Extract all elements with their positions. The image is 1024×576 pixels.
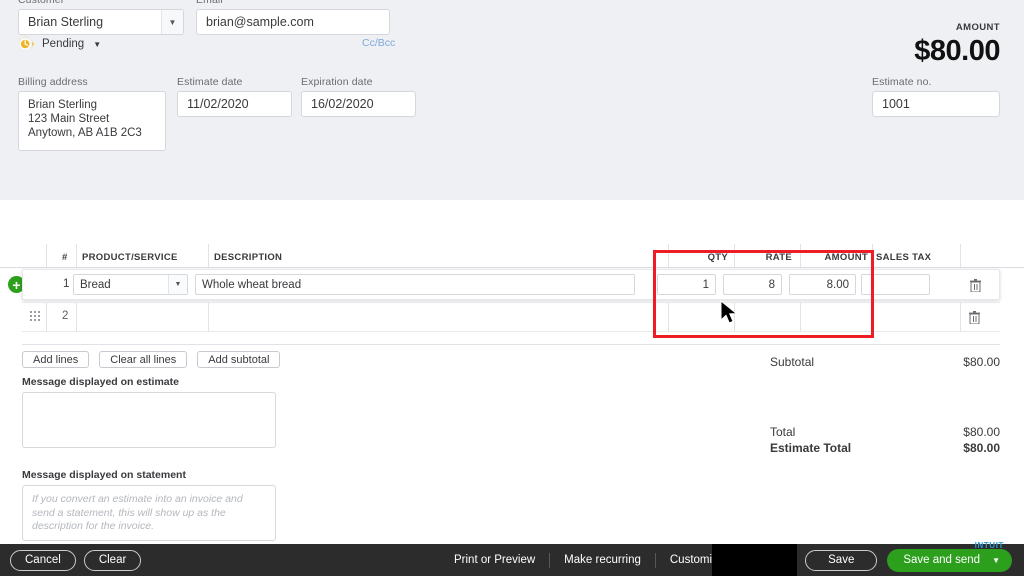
print-or-preview-button[interactable]: Print or Preview bbox=[440, 554, 549, 566]
totals-spacer bbox=[770, 371, 1000, 425]
make-recurring-button[interactable]: Make recurring bbox=[550, 554, 655, 566]
header-qty: QTY bbox=[707, 252, 728, 263]
delete-row-icon[interactable] bbox=[969, 311, 980, 325]
estimate-no-field: Estimate no. 1001 bbox=[872, 76, 1000, 117]
estimate-date-input[interactable]: 11/02/2020 bbox=[177, 91, 292, 117]
estimate-total-label: Estimate Total bbox=[770, 441, 852, 455]
message-on-statement-input[interactable]: If you convert an estimate into an invoi… bbox=[22, 485, 276, 541]
header-row-number: # bbox=[62, 252, 68, 263]
bottom-toolbar: Cancel Clear Print or Preview Make recur… bbox=[0, 541, 1024, 576]
customer-value: Brian Sterling bbox=[28, 15, 104, 29]
billing-address-label: Billing address bbox=[18, 76, 88, 88]
toolbar-left-group: Cancel Clear bbox=[10, 549, 142, 571]
row-number: 2 bbox=[62, 310, 69, 322]
customer-field: Customer Brian Sterling ▼ bbox=[18, 0, 184, 35]
row-number: 1 bbox=[63, 278, 70, 290]
subtotal-label: Subtotal bbox=[770, 355, 815, 369]
table-row[interactable]: 2 bbox=[0, 302, 1024, 332]
billing-address-field: Billing address Brian Sterling 123 Main … bbox=[18, 76, 166, 151]
product-service-value: Bread bbox=[80, 278, 111, 291]
message-on-statement-field: Message displayed on statement If you co… bbox=[22, 469, 276, 541]
estimate-date-field: Estimate date 11/02/2020 bbox=[177, 76, 292, 117]
total-row: Total $80.00 bbox=[770, 425, 1000, 439]
expiration-date-value: 16/02/2020 bbox=[311, 97, 374, 111]
clear-button[interactable]: Clear bbox=[83, 549, 142, 571]
estimate-total-value: $80.00 bbox=[963, 441, 1000, 455]
clock-icon bbox=[17, 35, 35, 53]
chevron-down-icon[interactable]: ▼ bbox=[992, 556, 1000, 565]
estimate-no-label: Estimate no. bbox=[872, 76, 932, 88]
cancel-button[interactable]: Cancel bbox=[10, 549, 76, 571]
customer-label: Customer bbox=[18, 0, 65, 6]
message-on-estimate-label: Message displayed on estimate bbox=[22, 376, 179, 388]
total-label: Total bbox=[770, 425, 796, 439]
qty-input[interactable]: 1 bbox=[657, 274, 716, 295]
estimate-date-value: 11/02/2020 bbox=[187, 97, 249, 111]
save-button[interactable]: Save bbox=[805, 549, 878, 571]
estimate-date-label: Estimate date bbox=[177, 76, 243, 88]
line-action-buttons: Add lines Clear all lines Add subtotal bbox=[22, 351, 281, 368]
rate-value: 8 bbox=[768, 278, 775, 291]
rate-input[interactable]: 8 bbox=[723, 274, 782, 295]
table-header-row: # PRODUCT/SERVICE DESCRIPTION QTY RATE A… bbox=[0, 244, 1024, 268]
header-rate: RATE bbox=[765, 252, 792, 263]
intuit-watermark: INTUIT bbox=[974, 540, 1004, 550]
line-items-table: # PRODUCT/SERVICE DESCRIPTION QTY RATE A… bbox=[0, 244, 1024, 332]
add-lines-button[interactable]: Add lines bbox=[22, 351, 90, 368]
amount-summary: AMOUNT $80.00 bbox=[914, 22, 1000, 68]
chevron-down-icon[interactable]: ▼ bbox=[168, 275, 187, 294]
customer-dropdown[interactable]: Brian Sterling ▼ bbox=[18, 9, 184, 35]
message-on-estimate-input[interactable] bbox=[22, 392, 276, 448]
subtotal-value: $80.00 bbox=[963, 355, 1000, 369]
message-on-estimate-field: Message displayed on estimate bbox=[22, 376, 276, 448]
save-and-send-label: Save and send bbox=[903, 554, 981, 566]
description-input[interactable]: Whole wheat bread bbox=[195, 274, 635, 295]
section-divider bbox=[22, 344, 1000, 345]
email-field: Email brian@sample.com bbox=[196, 0, 390, 35]
line-items-section: # PRODUCT/SERVICE DESCRIPTION QTY RATE A… bbox=[0, 244, 1024, 332]
chevron-down-icon[interactable]: ▼ bbox=[93, 40, 101, 49]
email-label: Email bbox=[196, 0, 223, 6]
drag-handle-icon[interactable] bbox=[30, 311, 41, 322]
amount-input[interactable]: 8.00 bbox=[789, 274, 856, 295]
toolbar-center-group: Print or Preview Make recurring Customiz… bbox=[440, 552, 738, 568]
amount-value: 8.00 bbox=[826, 278, 849, 291]
estimate-no-value: 1001 bbox=[882, 97, 910, 111]
cc-bcc-link[interactable]: Cc/Bcc bbox=[362, 37, 395, 49]
delete-row-icon[interactable] bbox=[970, 279, 981, 293]
chevron-down-icon[interactable]: ▼ bbox=[161, 10, 183, 34]
header-amount: AMOUNT bbox=[824, 252, 868, 263]
message-on-statement-label: Message displayed on statement bbox=[22, 469, 186, 481]
amount-value: $80.00 bbox=[914, 35, 1000, 67]
estimate-total-row: Estimate Total $80.00 bbox=[770, 441, 1000, 455]
description-value: Whole wheat bread bbox=[202, 278, 302, 291]
header-description: DESCRIPTION bbox=[214, 252, 283, 263]
sales-tax-input[interactable] bbox=[861, 274, 930, 295]
status-label: Pending bbox=[42, 38, 85, 50]
amount-label: AMOUNT bbox=[955, 22, 1000, 33]
blank-overlay-box bbox=[712, 544, 797, 576]
status-row[interactable]: Pending ▼ bbox=[17, 35, 101, 53]
totals-summary: Subtotal $80.00 Total $80.00 Estimate To… bbox=[770, 355, 1000, 457]
expiration-date-input[interactable]: 16/02/2020 bbox=[301, 91, 416, 117]
clear-all-lines-button[interactable]: Clear all lines bbox=[99, 351, 188, 368]
email-input[interactable]: brian@sample.com bbox=[196, 9, 390, 35]
total-value: $80.00 bbox=[963, 425, 1000, 439]
expiration-date-label: Expiration date bbox=[301, 76, 373, 88]
qty-value: 1 bbox=[702, 278, 709, 291]
header-product-service: PRODUCT/SERVICE bbox=[82, 252, 178, 263]
table-row[interactable]: 1 Bread ▼ Whole wheat bread 1 8 8.00 bbox=[22, 269, 1000, 300]
toolbar-right-group: Save Save and send ▼ INTUIT bbox=[805, 541, 1012, 572]
product-service-dropdown[interactable]: Bread ▼ bbox=[73, 274, 188, 295]
expiration-date-field: Expiration date 16/02/2020 bbox=[301, 76, 416, 117]
subtotal-row: Subtotal $80.00 bbox=[770, 355, 1000, 369]
estimate-header-panel: Customer Brian Sterling ▼ Email brian@sa… bbox=[0, 0, 1024, 200]
save-and-send-button[interactable]: Save and send ▼ INTUIT bbox=[887, 541, 1012, 572]
add-subtotal-button[interactable]: Add subtotal bbox=[197, 351, 281, 368]
email-value: brian@sample.com bbox=[206, 15, 314, 29]
estimate-no-input[interactable]: 1001 bbox=[872, 91, 1000, 117]
billing-address-input[interactable]: Brian Sterling 123 Main Street Anytown, … bbox=[18, 91, 166, 151]
header-sales-tax: SALES TAX bbox=[876, 252, 932, 263]
